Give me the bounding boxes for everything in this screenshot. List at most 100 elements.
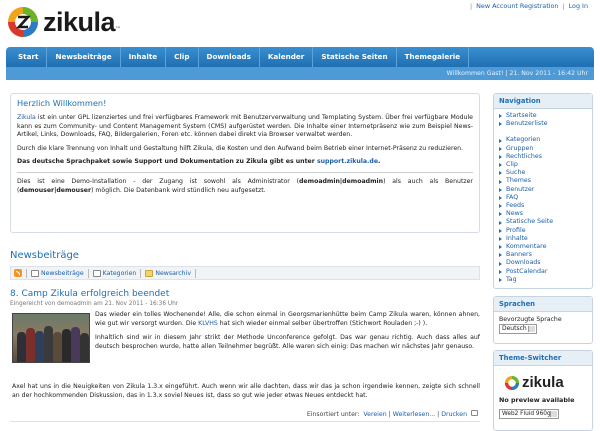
nav-link-clip[interactable]: Clip xyxy=(499,161,587,169)
zikula-logo-icon xyxy=(504,375,520,390)
nav-link-label[interactable]: FAQ xyxy=(506,194,518,202)
toolbar-separator xyxy=(140,268,142,278)
nav-link-banners[interactable]: Banners xyxy=(499,251,587,259)
archive-icon xyxy=(145,269,154,277)
support-link[interactable]: support.zikula.de xyxy=(317,158,378,165)
klvhs-link[interactable]: KLVHS xyxy=(198,320,218,327)
welcome-intro: Zikula ist ein unter GPL lizenziertes un… xyxy=(17,114,473,140)
nav-link-gruppen[interactable]: Gruppen xyxy=(499,145,587,153)
nav-link-downloads[interactable]: Downloads xyxy=(499,259,587,267)
nav-kalender[interactable]: Kalender xyxy=(260,47,314,67)
nav-link-label[interactable]: Benutzer xyxy=(506,186,534,194)
bullet-arrow-icon xyxy=(499,261,502,266)
nav-link-label[interactable]: Downloads xyxy=(506,259,541,267)
language-label: Bevorzugte Sprache xyxy=(499,316,562,323)
article-body: Das wieder ein tolles Wochenende! Alle, … xyxy=(95,311,480,357)
nav-link-profile[interactable]: Profile xyxy=(499,227,587,235)
nav-link-label[interactable]: Themes xyxy=(506,177,531,185)
nav-clip[interactable]: Clip xyxy=(166,47,199,67)
printer-icon[interactable] xyxy=(471,410,478,416)
language-select[interactable]: Deutsch xyxy=(499,324,537,334)
bullet-arrow-icon xyxy=(499,187,502,192)
nav-link-label[interactable]: Banners xyxy=(506,251,532,259)
logo-tm: ™ xyxy=(115,26,122,33)
top-links: | New Account Registration | Log In xyxy=(469,2,588,10)
main-nav: Start Newsbeiträge Inhalte Clip Download… xyxy=(6,47,594,67)
nav-link-label[interactable]: Gruppen xyxy=(506,145,533,153)
bullet-arrow-icon xyxy=(499,212,502,217)
nav-link-label[interactable]: News xyxy=(506,210,523,218)
nav-statische-seiten[interactable]: Statische Seiten xyxy=(313,47,397,67)
bullet-arrow-icon xyxy=(499,269,502,274)
nav-link-label[interactable]: Startseite xyxy=(506,112,537,120)
nav-link-label[interactable]: Inhalte xyxy=(506,235,528,243)
toolbar-separator xyxy=(194,268,196,278)
nav-link-suche[interactable]: Suche xyxy=(499,169,587,177)
toolbar-separator xyxy=(26,268,27,278)
nav-start[interactable]: Start xyxy=(10,47,48,67)
toolbar-newsarchiv[interactable]: Newsarchiv xyxy=(145,269,191,277)
nav-link-tag[interactable]: Tag xyxy=(499,276,587,284)
nav-link-label[interactable]: PostCalendar xyxy=(506,268,548,276)
nav-link-label[interactable]: Clip xyxy=(506,161,518,169)
support-end: . xyxy=(378,158,381,166)
toolbar-kategorien[interactable]: Kategorien xyxy=(92,269,136,277)
bullet-arrow-icon xyxy=(499,253,502,258)
bullet-arrow-icon xyxy=(499,138,502,143)
nav-link-themes[interactable]: Themes xyxy=(499,177,587,185)
nav-link-label[interactable]: Tag xyxy=(506,276,517,284)
navigation-block: Navigation Startseite Benutzerliste Katego… xyxy=(493,93,593,289)
site-logo[interactable]: zikula ™ xyxy=(6,3,121,41)
bullet-arrow-icon xyxy=(499,204,502,209)
nav-link-kommentare[interactable]: Kommentare xyxy=(499,243,587,251)
nav-link-startseite[interactable]: Startseite xyxy=(499,112,587,120)
rss-icon[interactable] xyxy=(14,269,22,277)
language-block: Sprachen Bevorzugte Sprache Deutsch xyxy=(493,296,593,344)
chevron-down-icon xyxy=(528,326,535,332)
nav-link-statische-seite[interactable]: Statische Seite xyxy=(499,218,587,226)
theme-select[interactable]: Web2 Fluid 960gs xyxy=(499,409,559,419)
nav-themegalerie[interactable]: Themegalerie xyxy=(397,47,470,67)
user-credentials: demouser|demouser xyxy=(19,186,92,194)
nav-link-postcalendar[interactable]: PostCalendar xyxy=(499,268,587,276)
nav-link-news[interactable]: News xyxy=(499,210,587,218)
nav-link-label[interactable]: Kommentare xyxy=(506,243,546,251)
nav-downloads[interactable]: Downloads xyxy=(199,47,260,67)
nav-link-label[interactable]: Kategorien xyxy=(506,136,540,144)
article-paragraph-2: Inhaltlich sind wir in diesem Jahr strik… xyxy=(95,334,480,350)
nav-link-label[interactable]: Suche xyxy=(506,169,525,177)
category-link[interactable]: Vereien xyxy=(363,411,386,418)
nav-inhalte[interactable]: Inhalte xyxy=(121,47,167,67)
welcome-support: Das deutsche Sprachpaket sowie Support u… xyxy=(17,158,473,167)
page: zikula ™ | New Account Registration | Log I… xyxy=(0,0,600,431)
nav-link-rechtliches[interactable]: Rechtliches xyxy=(499,153,587,161)
bullet-arrow-icon xyxy=(499,236,502,241)
news-toolbar: Newsbeiträge Kategorien Newsarchiv xyxy=(10,266,480,280)
nav-link-label[interactable]: Rechtliches xyxy=(506,153,542,161)
nav-link-benutzer[interactable]: Benutzer xyxy=(499,186,587,194)
nav-link-inhalte[interactable]: Inhalte xyxy=(499,235,587,243)
welcome-divider xyxy=(17,171,473,173)
nav-link-label[interactable]: Feeds xyxy=(506,202,524,210)
news-heading: Newsbeiträge xyxy=(10,250,79,261)
toolbar-newsbeitraege[interactable]: Newsbeiträge xyxy=(31,269,84,277)
article-title[interactable]: 8. Camp Zikula erfolgreich beendet xyxy=(10,289,169,299)
no-preview-text: No preview available xyxy=(499,396,575,404)
nav-link-faq[interactable]: FAQ xyxy=(499,194,587,202)
navigation-list: Startseite Benutzerliste Kategorien Gruppen… xyxy=(494,109,592,287)
support-text: Das deutsche Sprachpaket sowie Support u… xyxy=(17,158,317,166)
nav-link-label[interactable]: Profile xyxy=(506,227,526,235)
login-link[interactable]: Log In xyxy=(569,2,588,10)
nav-newsbeitraege[interactable]: Newsbeiträge xyxy=(47,47,121,67)
nav-link-feeds[interactable]: Feeds xyxy=(499,202,587,210)
nav-link-label[interactable]: Benutzerliste xyxy=(506,120,548,128)
welcome-costs: Durch die klare Trennung von Inhalt und … xyxy=(17,144,464,152)
nav-link-label[interactable]: Statische Seite xyxy=(506,218,553,226)
bullet-arrow-icon xyxy=(499,195,502,200)
nav-link-benutzerliste[interactable]: Benutzerliste xyxy=(499,120,587,128)
read-more-link[interactable]: Weiterlesen... xyxy=(393,411,435,418)
register-link[interactable]: New Account Registration xyxy=(476,2,558,10)
zikula-link[interactable]: Zikula xyxy=(17,114,36,121)
nav-link-kategorien[interactable]: Kategorien xyxy=(499,136,587,144)
print-link[interactable]: Drucken xyxy=(441,411,467,418)
